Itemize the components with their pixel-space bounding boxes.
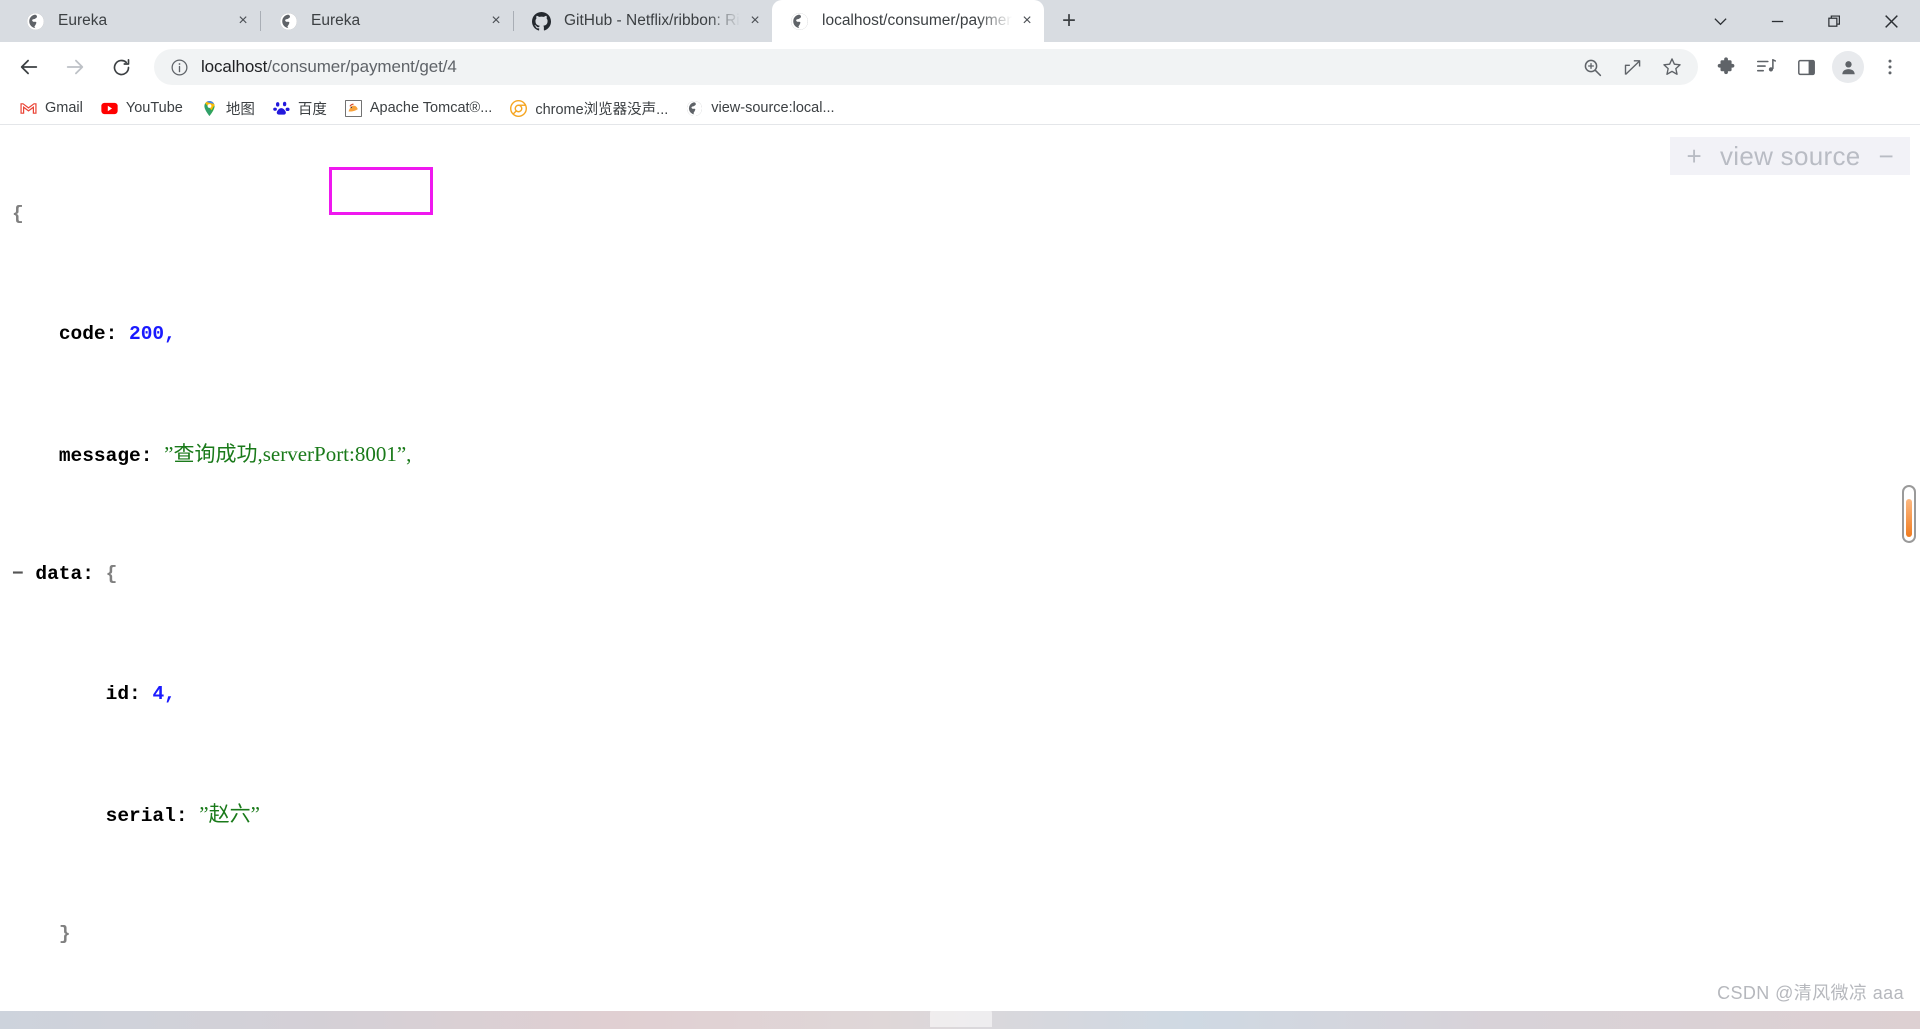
json-open-brace: { (12, 203, 24, 225)
json-data-open-brace: { (105, 563, 118, 585)
json-line-message: message: ”查询成功,serverPort:8001”, (12, 439, 1920, 469)
url-path: /consumer/payment/get/4 (267, 57, 457, 76)
bookmark-youtube-label: YouTube (125, 100, 183, 116)
json-value-serial: ”赵六” (199, 802, 260, 826)
back-button[interactable] (9, 47, 49, 87)
forward-button[interactable] (55, 47, 95, 87)
site-info-icon[interactable] (168, 56, 190, 78)
close-window-button[interactable] (1863, 0, 1920, 42)
zoom-in-icon[interactable] (1572, 47, 1612, 87)
json-line-data: − data: { (12, 559, 1920, 589)
browser-tab-3-title: GitHub - Netflix/ribbon: Ribbo (564, 12, 740, 29)
json-line-serial: serial: ”赵六” (12, 799, 1920, 829)
new-tab-button[interactable]: + (1052, 4, 1086, 38)
tomcat-icon (345, 99, 362, 117)
json-value-id: 4, (152, 683, 176, 705)
globe-icon (686, 100, 703, 117)
youtube-icon (101, 100, 118, 117)
page-content: + view source − { code: 200, message: ”查… (0, 125, 1920, 1011)
json-colon: : (105, 323, 130, 345)
bookmark-tomcat[interactable]: Apache Tomcat®... (337, 95, 500, 121)
browser-tab-2[interactable]: Eureka × (261, 0, 513, 42)
share-icon[interactable] (1612, 47, 1652, 87)
json-key-message: message (58, 445, 141, 467)
json-key-serial: serial (105, 805, 176, 827)
browser-tab-1[interactable]: Eureka × (8, 0, 260, 42)
json-data-close-brace: } (58, 923, 71, 945)
globe-icon (790, 12, 809, 31)
tab-search-button[interactable] (1692, 0, 1749, 42)
browser-tab-3[interactable]: GitHub - Netflix/ribbon: Ribbo × (514, 0, 772, 42)
bookmark-view-source-label: view-source:local... (711, 100, 835, 116)
bookmark-star-icon[interactable] (1652, 47, 1692, 87)
taskbar-item[interactable] (930, 1009, 992, 1027)
media-playlist-icon[interactable] (1746, 47, 1786, 87)
json-viewer: { code: 200, message: ”查询成功,serverPort:8… (0, 125, 1920, 1011)
bookmark-gmail-label: Gmail (45, 100, 83, 116)
omnibox-actions (1572, 47, 1692, 87)
json-value-message: ”查询成功,serverPort:8001”, (164, 442, 412, 466)
bookmark-baidu[interactable]: 百度 (265, 95, 335, 121)
bookmark-baidu-label: 百度 (297, 101, 327, 118)
json-line-data-close: } (12, 919, 1920, 949)
json-key-data: data (35, 563, 83, 585)
browser-tab-1-title: Eureka (58, 12, 108, 29)
maximize-button[interactable] (1806, 0, 1863, 42)
os-taskbar (0, 1009, 1920, 1029)
json-value-code: 200, (129, 323, 176, 345)
chrome-orange-icon (510, 99, 528, 117)
bookmark-chrome-no-sound[interactable]: chrome浏览器没声... (502, 95, 676, 121)
bookmark-maps[interactable]: 地图 (193, 95, 263, 121)
browser-tab-2-close-icon[interactable]: × (483, 8, 509, 34)
bookmark-maps-label: 地图 (225, 101, 255, 118)
address-bar-url[interactable]: localhost/consumer/payment/get/4 (201, 57, 1572, 77)
profile-avatar-icon[interactable] (1832, 51, 1864, 83)
bookmark-gmail[interactable]: Gmail (12, 95, 91, 121)
bookmark-chrome-no-sound-label: chrome浏览器没声... (535, 101, 669, 118)
json-key-code: code (58, 323, 106, 345)
json-colon: : (82, 563, 106, 585)
scroll-thumb (1906, 499, 1912, 537)
extensions-puzzle-icon[interactable] (1706, 47, 1746, 87)
browser-toolbar: localhost/consumer/payment/get/4 (0, 42, 1920, 92)
csdn-watermark: CSDN @清风微凉 aaa (1717, 983, 1904, 1003)
scroll-position-marker[interactable] (1902, 485, 1916, 543)
url-host: localhost (201, 57, 268, 76)
json-colon: : (175, 805, 200, 827)
browser-tab-1-close-icon[interactable]: × (230, 8, 256, 34)
three-dot-menu-icon[interactable] (1870, 47, 1910, 87)
json-key-id: id (105, 683, 130, 705)
gmail-icon (20, 100, 37, 117)
json-colon: : (129, 683, 153, 705)
browser-tab-4-close-icon[interactable]: × (1014, 8, 1040, 34)
bookmark-tomcat-label: Apache Tomcat®... (369, 100, 493, 116)
browser-tab-4-active[interactable]: localhost/consumer/payment/ × (772, 0, 1044, 42)
minimize-button[interactable] (1749, 0, 1806, 42)
browser-tab-4-title: localhost/consumer/payment/ (822, 12, 1012, 29)
bookmarks-bar: Gmail YouTube 地图 百度 Apache Tomcat®... ch… (0, 92, 1920, 125)
side-panel-icon[interactable] (1786, 47, 1826, 87)
json-collapse-toggle-data[interactable]: − (12, 563, 24, 585)
globe-icon (26, 12, 45, 31)
baidu-icon (273, 100, 290, 117)
json-colon: : (140, 445, 165, 467)
reload-button[interactable] (101, 47, 141, 87)
globe-icon (279, 12, 298, 31)
bookmark-view-source[interactable]: view-source:local... (678, 95, 842, 121)
json-line-id: id: 4, (12, 679, 1920, 709)
bookmark-youtube[interactable]: YouTube (93, 95, 191, 121)
google-maps-icon (201, 100, 218, 117)
browser-tab-3-close-icon[interactable]: × (742, 8, 768, 34)
address-bar[interactable]: localhost/consumer/payment/get/4 (154, 49, 1698, 85)
window-controls (1692, 0, 1920, 42)
json-line-open-brace: { (12, 199, 1920, 229)
json-line-code: code: 200, (12, 319, 1920, 349)
browser-tab-strip: Eureka × Eureka × GitHub - Netflix/ribbo… (0, 0, 1920, 42)
github-icon (532, 11, 551, 31)
browser-tab-2-title: Eureka (311, 12, 361, 29)
